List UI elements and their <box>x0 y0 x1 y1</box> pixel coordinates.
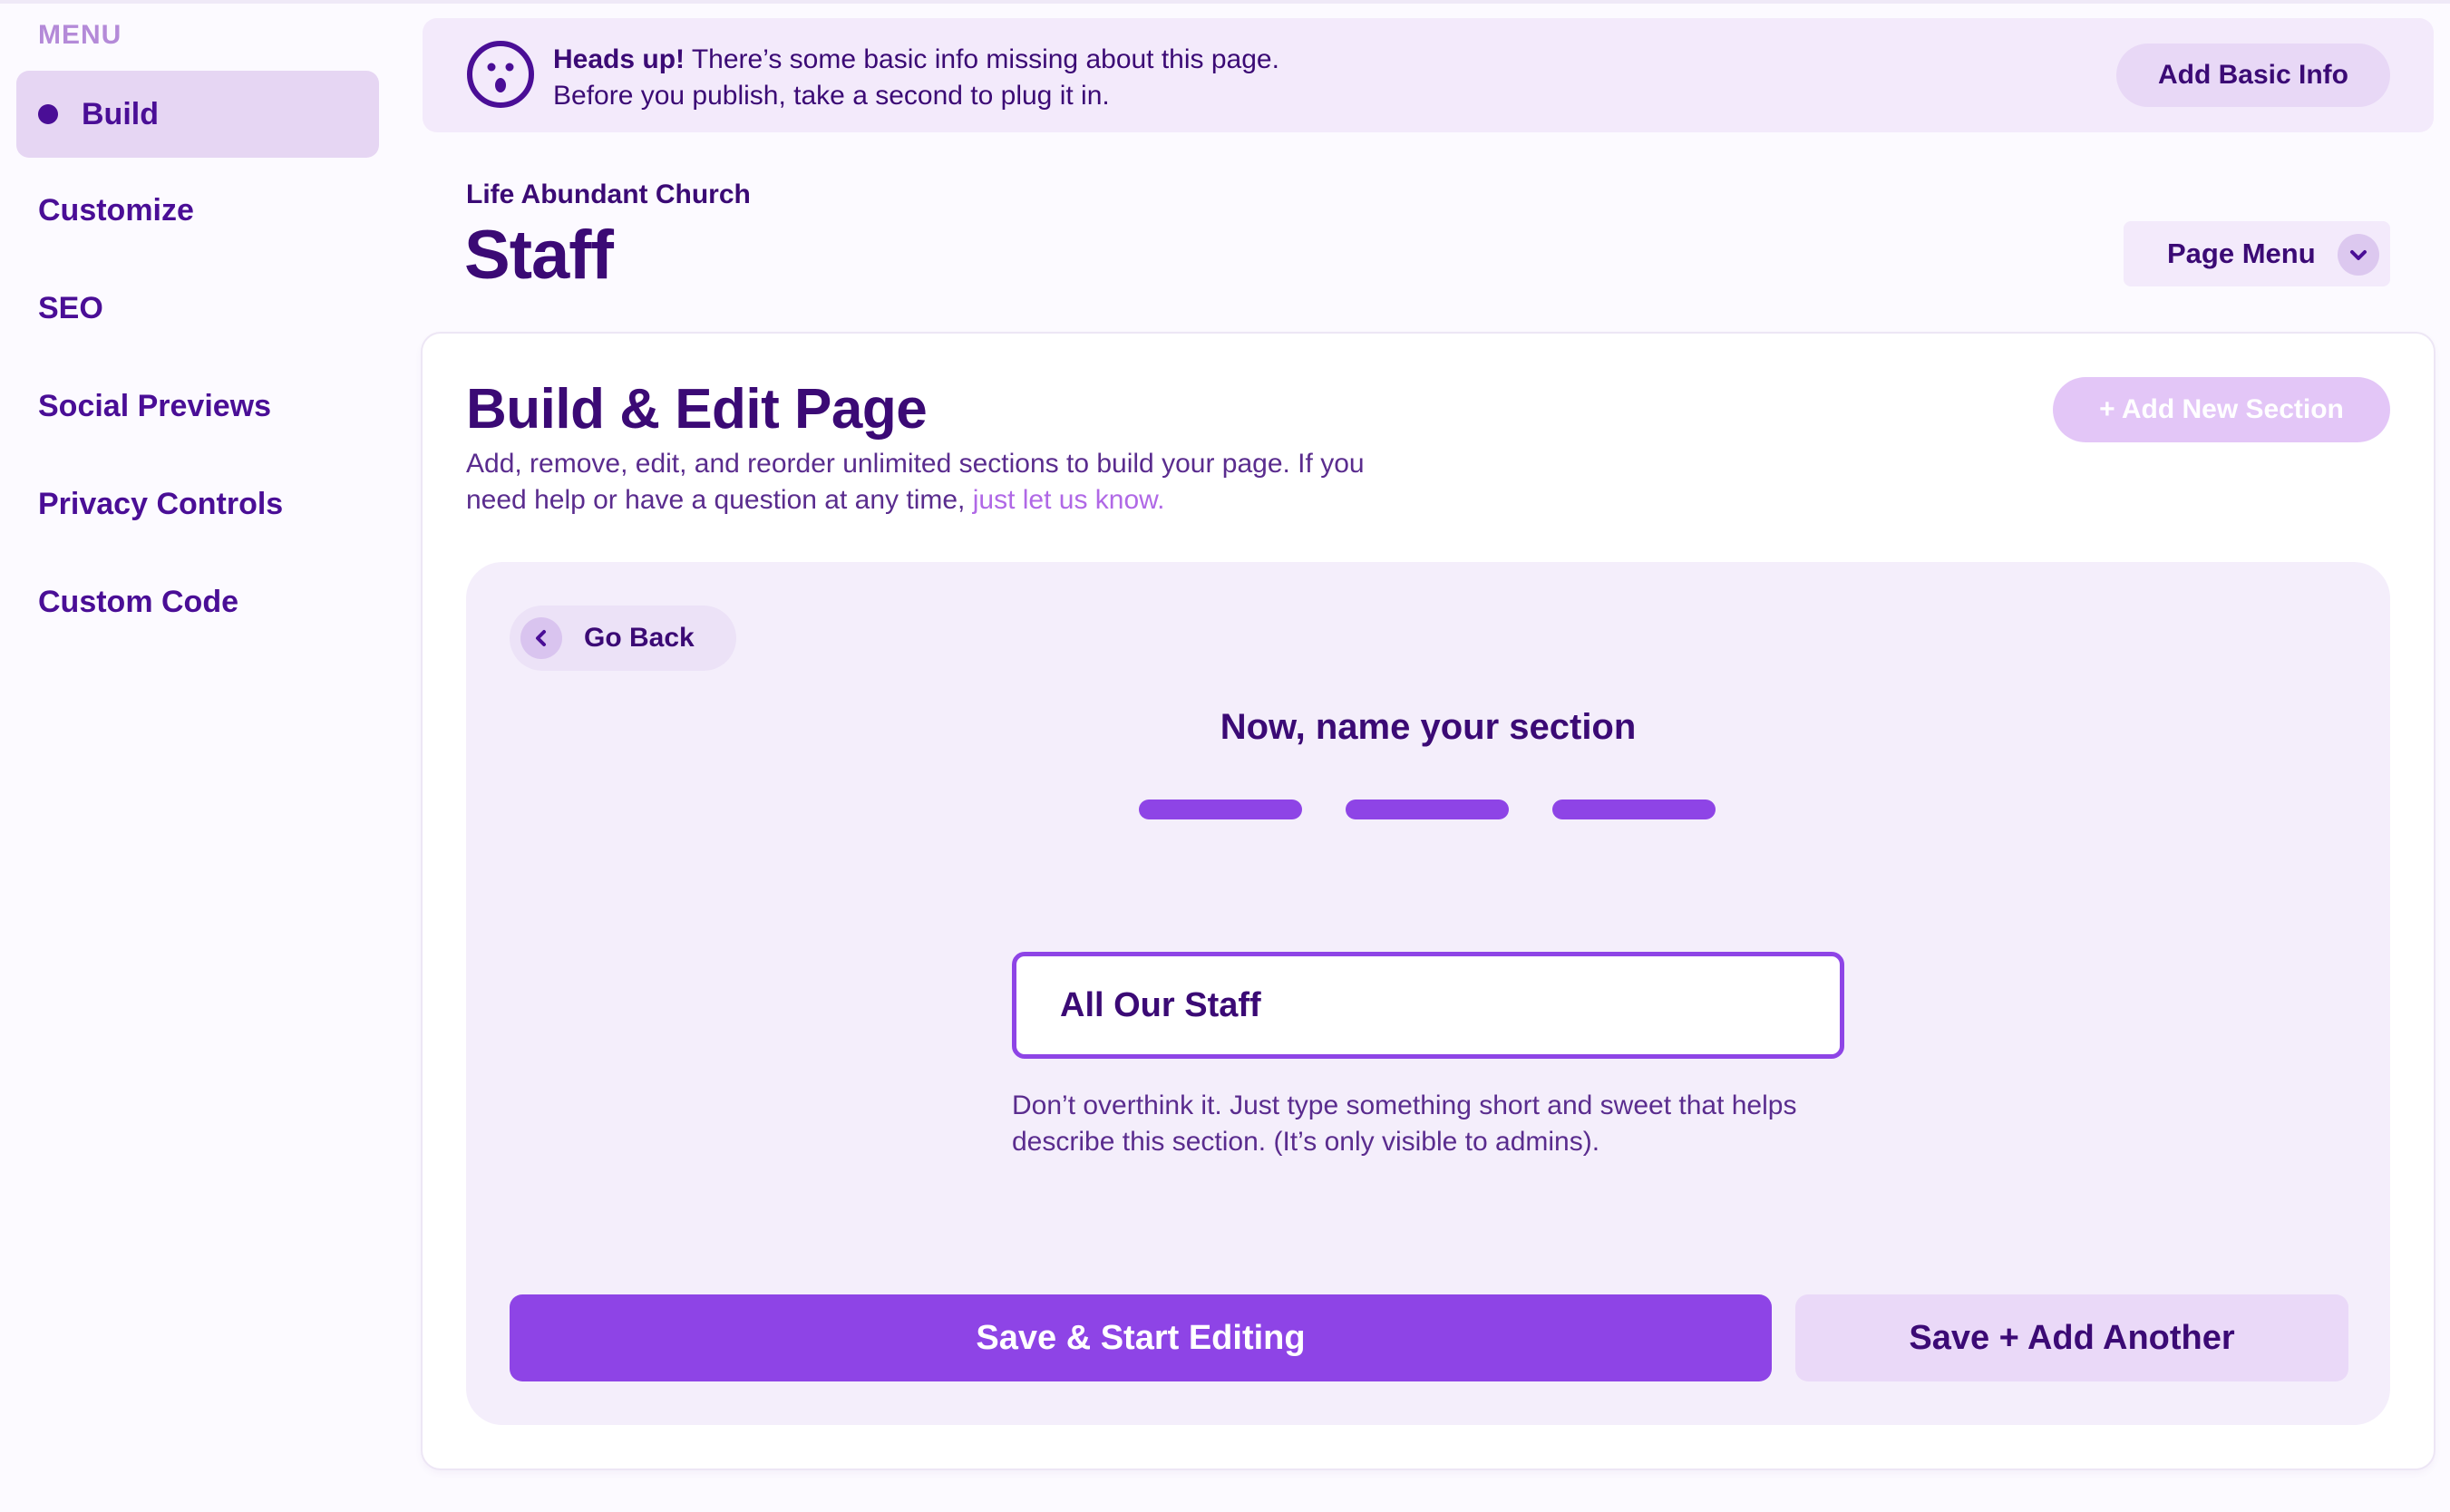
card-description: Add, remove, edit, and reorder unlimited… <box>466 446 1373 519</box>
sidebar-item-label: Custom Code <box>38 584 238 619</box>
step-indicator-2 <box>1346 800 1509 819</box>
menu-label: MENU <box>38 20 122 50</box>
missing-info-banner: Heads up! There’s some basic info missin… <box>423 18 2434 132</box>
sidebar-item-label: SEO <box>38 290 103 325</box>
step-indicator-3 <box>1552 800 1716 819</box>
save-start-editing-button[interactable]: Save & Start Editing <box>510 1294 1772 1381</box>
banner-heading: Heads up! <box>553 44 685 74</box>
chevron-left-icon <box>520 617 562 659</box>
sidebar-item-label: Customize <box>38 192 194 228</box>
step-indicator-1 <box>1139 800 1302 819</box>
step-title: Now, name your section <box>1220 707 1637 747</box>
add-basic-info-button[interactable]: Add Basic Info <box>2116 44 2390 107</box>
banner-line-2: Before you publish, take a second to plu… <box>553 81 1110 111</box>
card-title: Build & Edit Page <box>466 378 928 441</box>
page-title: Staff <box>464 217 614 294</box>
step-progress <box>1139 800 1716 819</box>
card-description-text: Add, remove, edit, and reorder unlimited… <box>466 449 1365 515</box>
sidebar-item-build[interactable]: Build <box>16 71 379 158</box>
sidebar-item-label: Privacy Controls <box>38 486 284 521</box>
help-link[interactable]: just let us know. <box>973 485 1165 515</box>
banner-line-1: There’s some basic info missing about th… <box>685 44 1279 74</box>
sidebar-item-label: Build <box>82 96 159 131</box>
sidebar-item-custom-code[interactable]: Custom Code <box>16 558 379 645</box>
section-name-input[interactable] <box>1012 952 1844 1059</box>
organization-name: Life Abundant Church <box>466 179 751 209</box>
banner-message: Heads up! There’s some basic info missin… <box>553 42 1279 114</box>
name-section-panel: Go Back Now, name your section Don’t ove… <box>466 562 2390 1425</box>
sidebar-item-seo[interactable]: SEO <box>16 265 379 352</box>
sidebar-item-label: Social Previews <box>38 388 272 423</box>
section-name-hint: Don’t overthink it. Just type something … <box>1012 1090 1797 1157</box>
save-add-another-button[interactable]: Save + Add Another <box>1795 1294 2348 1381</box>
add-new-section-button[interactable]: + Add New Section <box>2053 377 2390 442</box>
surprised-face-icon <box>467 41 534 108</box>
sidebar-item-social-previews[interactable]: Social Previews <box>16 363 379 450</box>
sidebar-item-customize[interactable]: Customize <box>16 167 379 254</box>
build-edit-card: Build & Edit Page Add, remove, edit, and… <box>423 334 2434 1468</box>
page-menu-label: Page Menu <box>2167 237 2316 269</box>
sidebar-item-privacy-controls[interactable]: Privacy Controls <box>16 460 379 548</box>
go-back-button[interactable]: Go Back <box>510 606 736 671</box>
sidebar: MENU Build Customize SEO Social Previews… <box>0 0 399 1512</box>
active-dot-icon <box>38 104 58 124</box>
page-menu-button[interactable]: Page Menu <box>2124 221 2390 286</box>
go-back-label: Go Back <box>584 623 695 653</box>
chevron-down-icon <box>2338 234 2379 276</box>
